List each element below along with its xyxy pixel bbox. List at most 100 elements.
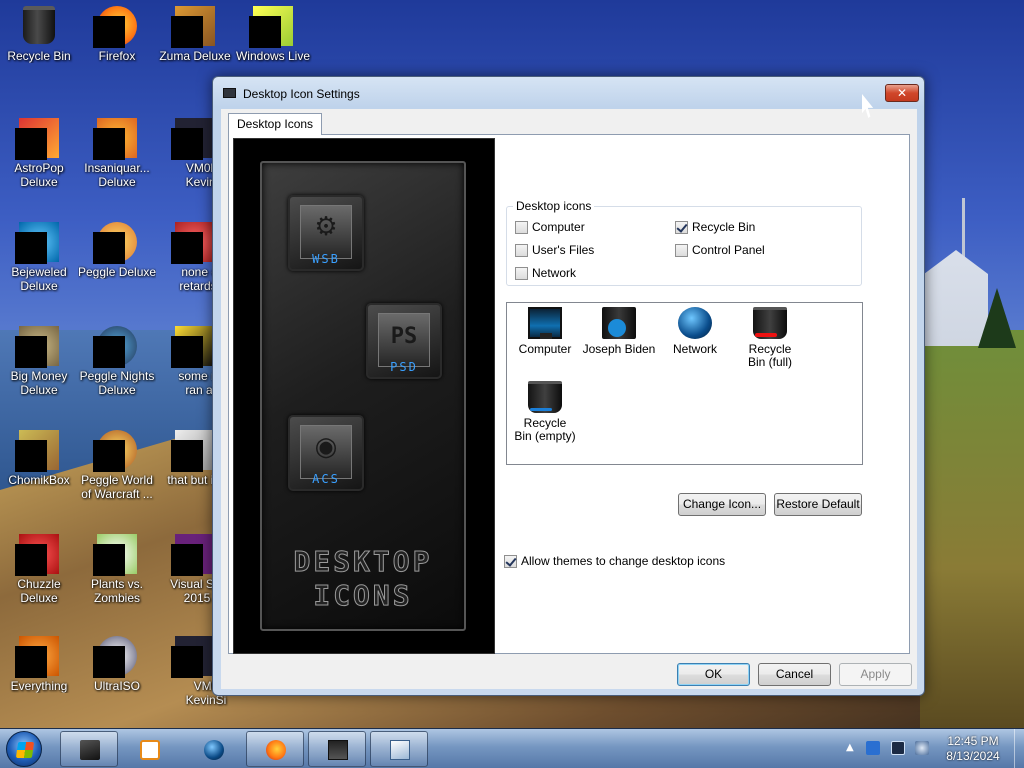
taskbar-app-setup[interactable] xyxy=(370,731,428,767)
desktop-icon-chuzzle[interactable]: Chuzzle Deluxe xyxy=(0,534,78,605)
taskbar-app-box[interactable] xyxy=(60,731,118,767)
desktop-icon-label: AstroPop Deluxe xyxy=(14,161,64,189)
desktop-icon-label: Peggle Deluxe xyxy=(78,265,156,279)
windows-live-icon xyxy=(249,6,293,48)
photoshop-icon: PS xyxy=(390,324,418,349)
cancel-button[interactable]: Cancel xyxy=(758,663,831,686)
big-money-icon xyxy=(15,326,59,368)
change-icon-button[interactable]: Change Icon... xyxy=(678,493,766,516)
taskbar-app-desktop-icon-settings[interactable] xyxy=(308,731,366,767)
restore-default-button[interactable]: Restore Default xyxy=(774,493,862,516)
gear-icon: ⚙ xyxy=(314,212,338,242)
checkbox-box-checked[interactable] xyxy=(504,554,517,568)
windows-logo-icon xyxy=(15,742,35,758)
checkbox-recycle-bin[interactable]: Recycle Bin xyxy=(675,219,755,235)
checkbox-allow-themes[interactable]: Allow themes to change desktop icons xyxy=(504,553,725,569)
desktop-icon-label: Windows Live xyxy=(235,49,311,63)
checkbox-users-files[interactable]: User's Files xyxy=(515,242,594,258)
icon-list[interactable]: Computer Joseph Biden Network Recycle Bi… xyxy=(506,302,863,465)
tray-volume-icon[interactable] xyxy=(915,741,929,755)
globe-icon xyxy=(204,740,224,760)
desktop-icon-label: Peggle World of Warcraft ... xyxy=(81,473,153,501)
insaniquarium-icon xyxy=(93,118,137,160)
taskbar-clock[interactable]: 12:45 PM 8/13/2024 xyxy=(936,734,1010,764)
vm-icon xyxy=(171,118,215,160)
desktop-icon-label: Zuma Deluxe xyxy=(159,49,231,63)
start-button[interactable] xyxy=(6,731,42,767)
list-item-recycle-bin-full[interactable]: Recycle Bin (full) xyxy=(731,307,809,369)
firefox-icon xyxy=(266,740,286,760)
desktop-icon-ultraiso[interactable]: UltraISO xyxy=(78,636,156,693)
tab-desktop-icons[interactable]: Desktop Icons xyxy=(228,113,323,135)
preview-title-line1: DESKTOP xyxy=(293,545,433,579)
desktop-icon-label: Insaniquar... Deluxe xyxy=(84,161,150,189)
desktop-icon-bejeweled[interactable]: Bejeweled Deluxe xyxy=(0,222,78,293)
media-player-icon xyxy=(140,740,160,760)
everything-icon xyxy=(15,636,59,678)
checkbox-computer[interactable]: Computer xyxy=(515,219,585,235)
taskbar-app-globe[interactable] xyxy=(184,731,242,767)
checkbox-box-checked[interactable] xyxy=(675,220,688,234)
checkbox-box[interactable] xyxy=(675,243,688,257)
clock-time: 12:45 PM xyxy=(947,734,999,748)
chomikbox-icon xyxy=(15,430,59,472)
desktop-icon-label: Peggle Nights Deluxe xyxy=(79,369,155,397)
apply-button[interactable]: Apply xyxy=(839,663,912,686)
show-hidden-icons-button[interactable]: ▲ xyxy=(846,742,854,753)
theme-preview-image: ⚙ WSB PS PSD ◉ ACS DESKTOP ICONS xyxy=(233,138,495,654)
desktop-icon-windows-live[interactable]: Windows Live xyxy=(234,6,312,63)
desktop-icon-label: Everything xyxy=(10,679,68,693)
desktop-icon-peggle-nights[interactable]: Peggle Nights Deluxe xyxy=(78,326,156,397)
bejeweled-icon xyxy=(15,222,59,264)
document-icon xyxy=(171,222,215,264)
taskbar-app-media-player[interactable] xyxy=(120,731,178,767)
desktop-icon-firefox[interactable]: Firefox xyxy=(78,6,156,63)
list-item-user-files[interactable]: Joseph Biden xyxy=(581,307,657,356)
firefox-icon xyxy=(93,6,137,48)
desktop-icon-insaniquarium[interactable]: Insaniquar... Deluxe xyxy=(78,118,156,189)
tile-caption: ACS xyxy=(312,472,340,486)
desktop-icon-label: Recycle Bin xyxy=(7,49,71,63)
desktop-icon-big-money[interactable]: Big Money Deluxe xyxy=(0,326,78,397)
tray-action-center-icon[interactable] xyxy=(866,741,880,755)
document-icon xyxy=(171,430,215,472)
show-desktop-button[interactable] xyxy=(1014,729,1024,768)
checkbox-network[interactable]: Network xyxy=(515,265,576,281)
desktop-icon-recycle-bin[interactable]: Recycle Bin xyxy=(0,6,78,63)
astropop-icon xyxy=(15,118,59,160)
list-item-recycle-bin-empty[interactable]: Recycle Bin (empty) xyxy=(507,381,583,443)
close-button[interactable]: ✕ xyxy=(885,84,919,102)
tile-caption: PSD xyxy=(390,360,418,374)
desktop-icon-astropop[interactable]: AstroPop Deluxe xyxy=(0,118,78,189)
desktop-icon-label: ChomikBox xyxy=(8,473,70,487)
ok-button[interactable]: OK xyxy=(677,663,750,686)
checkbox-label: Recycle Bin xyxy=(692,220,756,234)
tray-network-icon[interactable] xyxy=(891,741,905,755)
desktop-icon-zuma[interactable]: Zuma Deluxe xyxy=(156,6,234,63)
document-icon xyxy=(171,326,215,368)
monitor-icon xyxy=(328,740,348,760)
list-item-computer[interactable]: Computer xyxy=(507,307,583,356)
title-bar[interactable]: Desktop Icon Settings ✕ xyxy=(213,77,924,109)
checkbox-box[interactable] xyxy=(515,243,528,257)
checkbox-box[interactable] xyxy=(515,266,528,280)
desktop-icon-everything[interactable]: Everything xyxy=(0,636,78,693)
desktop-icon-chomikbox[interactable]: ChomikBox xyxy=(0,430,78,487)
desktop-icon-label: Bejeweled Deluxe xyxy=(11,265,67,293)
taskbar: ▲ 12:45 PM 8/13/2024 xyxy=(0,728,1024,768)
taskbar-app-firefox[interactable] xyxy=(246,731,304,767)
setup-icon xyxy=(390,740,410,760)
checkbox-box[interactable] xyxy=(515,220,528,234)
desktop-icon-peggle[interactable]: Peggle Deluxe xyxy=(78,222,156,279)
desktop-icon-label: Big Money Deluxe xyxy=(10,369,68,397)
tile-caption: WSB xyxy=(312,252,340,266)
peggle-wow-icon xyxy=(93,430,137,472)
visual-studio-icon xyxy=(171,534,215,576)
checkbox-label: Control Panel xyxy=(692,243,765,257)
desktop-icon-peggle-wow[interactable]: Peggle World of Warcraft ... xyxy=(78,430,156,501)
list-item-network[interactable]: Network xyxy=(657,307,733,356)
desktop-icon-label: Firefox xyxy=(98,49,136,63)
desktop-icons-group: Desktop icons Computer Recycle Bin User'… xyxy=(506,199,862,286)
desktop-icon-plants-vs-zombies[interactable]: Plants vs. Zombies xyxy=(78,534,156,605)
checkbox-control-panel[interactable]: Control Panel xyxy=(675,242,765,258)
